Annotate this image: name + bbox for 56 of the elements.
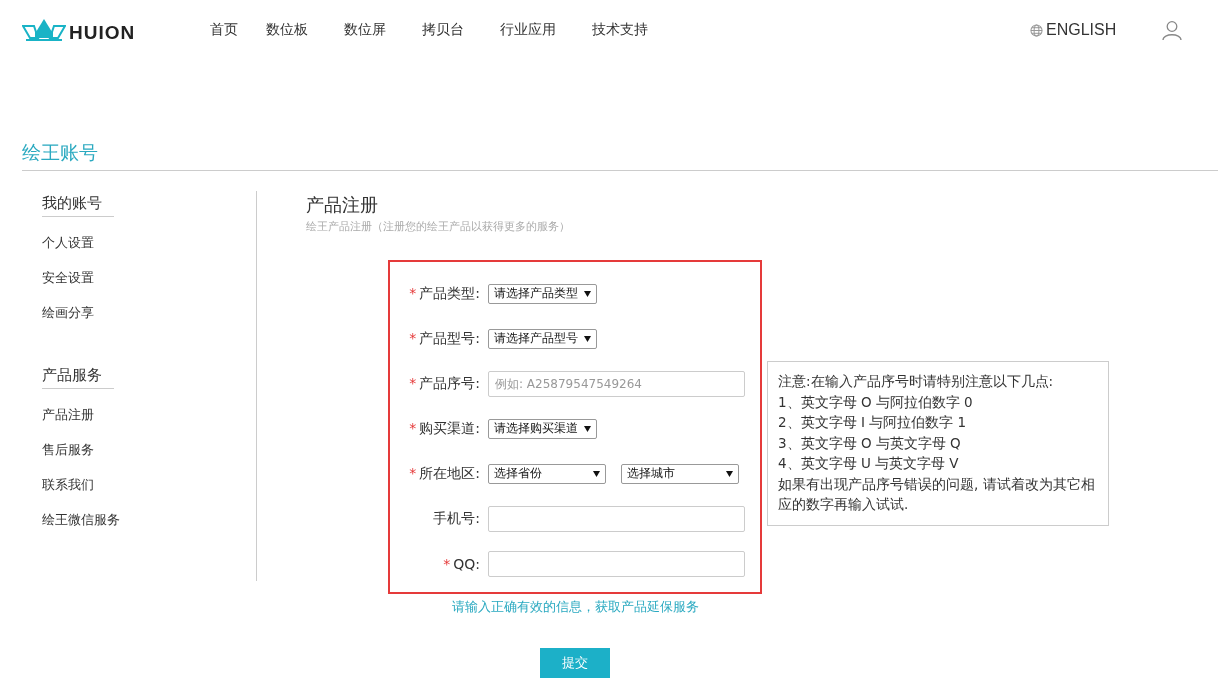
required-mark: * [409, 419, 417, 436]
field-label: QQ: [453, 555, 480, 572]
logo-wordmark[interactable]: HUION [69, 24, 136, 42]
field-label: 产品类型: [419, 284, 480, 301]
notice-text: 如果有出现产品序号错误的问题, 请试着改为其它相应的数字再输入试试. [778, 474, 1096, 514]
nav-link[interactable]: 数位板 [266, 21, 308, 39]
notice-text: 2、英文字母 I 与阿拉伯数字 1 [778, 413, 968, 432]
language-link[interactable]: ENGLISH [1046, 21, 1117, 39]
nav-link[interactable]: 拷贝台 [422, 21, 464, 39]
field-label: 产品序号: [419, 374, 480, 391]
caret-icon [584, 335, 591, 342]
sidebar-item[interactable]: 绘画分享 [42, 295, 256, 330]
dropdown[interactable]: 请选择购买渠道 [488, 418, 597, 439]
sidebar-item[interactable]: 联系我们 [42, 467, 256, 502]
caret-icon [593, 470, 600, 477]
required-mark: * [409, 284, 417, 301]
field-label: 产品型号: [419, 329, 480, 346]
sidebar-item[interactable]: 安全设置 [42, 260, 256, 295]
sidebar-heading: 产品服务 [42, 363, 114, 389]
required-mark: * [409, 329, 417, 346]
notice-text: 3、英文字母 O 与英文字母 Q [778, 433, 962, 453]
form-subtitle: 绘王产品注册（注册您的绘王产品以获得更多的服务） [306, 219, 571, 234]
nav-link[interactable]: 行业应用 [500, 21, 556, 39]
field-label: 购买渠道: [419, 419, 480, 436]
caret-icon [584, 290, 591, 297]
sidebar-item[interactable]: 个人设置 [42, 225, 256, 260]
caret-icon [584, 425, 591, 432]
hint-text: 请输入正确有效的信息，获取产品延保服务 [451, 598, 699, 616]
required-mark: * [409, 464, 417, 481]
nav-link[interactable]: 数位屏 [344, 21, 386, 39]
user-icon[interactable] [1162, 20, 1183, 40]
sidebar-item[interactable]: 绘王微信服务 [42, 502, 256, 537]
required-mark: * [409, 374, 417, 391]
nav-link[interactable]: 首页 [210, 21, 238, 39]
page-title: 绘王账号 [22, 140, 1218, 171]
dropdown[interactable]: 请选择产品类型 [488, 283, 597, 304]
required-mark: * [443, 555, 451, 572]
globe-icon [1030, 23, 1043, 37]
field-label: 手机号: [433, 509, 480, 526]
text-field[interactable] [488, 550, 745, 577]
notice-text: 4、英文字母 U 与英文字母 V [778, 454, 960, 473]
caret-icon [726, 470, 733, 477]
text-field[interactable] [488, 505, 745, 532]
dropdown[interactable]: 请选择产品型号 [488, 328, 597, 349]
nav-link[interactable]: 技术支持 [592, 21, 648, 39]
dropdown[interactable]: 选择城市 [621, 463, 739, 484]
notice-text: 1、英文字母 O 与阿拉伯数字 0 [778, 392, 974, 412]
sidebar-item[interactable]: 售后服务 [42, 432, 256, 467]
text-field[interactable]: 例如: A25879547549264 [488, 370, 745, 397]
notice-text: 注意:在输入产品序号时请特别注意以下几点: [778, 372, 1055, 391]
sidebar-item[interactable]: 产品注册 [42, 397, 256, 432]
sidebar-heading: 我的账号 [42, 191, 114, 217]
crown-logo-icon [22, 18, 66, 42]
field-label: 所在地区: [419, 464, 480, 481]
dropdown[interactable]: 选择省份 [488, 463, 606, 484]
form-title: 产品注册 [306, 193, 379, 217]
